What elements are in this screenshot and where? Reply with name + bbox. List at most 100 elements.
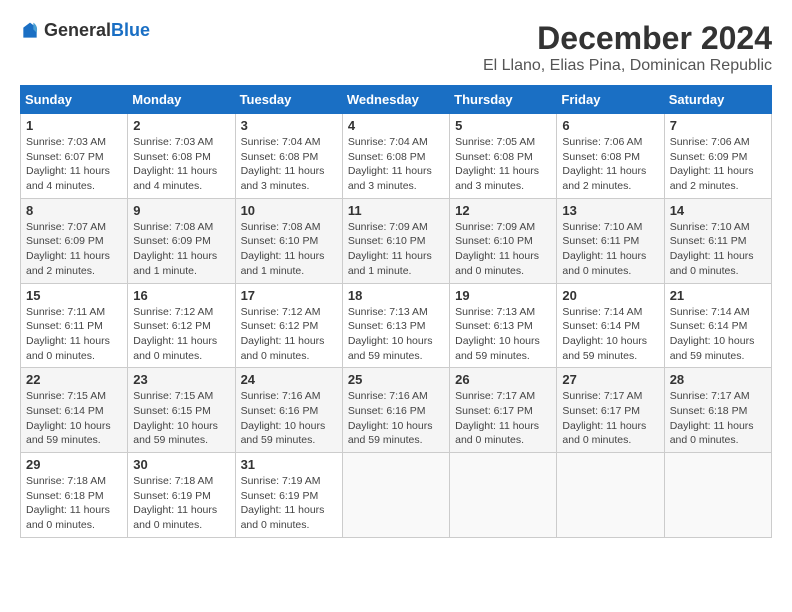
day-info: Sunrise: 7:05 AM Sunset: 6:08 PM Dayligh… — [455, 135, 551, 194]
table-row: 20 Sunrise: 7:14 AM Sunset: 6:14 PM Dayl… — [557, 283, 664, 368]
day-info: Sunrise: 7:10 AM Sunset: 6:11 PM Dayligh… — [670, 220, 766, 279]
logo-text-general: General — [44, 20, 111, 40]
day-number: 11 — [348, 203, 444, 218]
table-row: 4 Sunrise: 7:04 AM Sunset: 6:08 PM Dayli… — [342, 114, 449, 199]
day-number: 30 — [133, 457, 229, 472]
table-row: 27 Sunrise: 7:17 AM Sunset: 6:17 PM Dayl… — [557, 368, 664, 453]
table-row: 23 Sunrise: 7:15 AM Sunset: 6:15 PM Dayl… — [128, 368, 235, 453]
day-info: Sunrise: 7:09 AM Sunset: 6:10 PM Dayligh… — [455, 220, 551, 279]
day-number: 29 — [26, 457, 122, 472]
table-row: 1 Sunrise: 7:03 AM Sunset: 6:07 PM Dayli… — [21, 114, 128, 199]
day-number: 13 — [562, 203, 658, 218]
day-number: 21 — [670, 288, 766, 303]
table-row: 5 Sunrise: 7:05 AM Sunset: 6:08 PM Dayli… — [450, 114, 557, 199]
day-number: 16 — [133, 288, 229, 303]
day-info: Sunrise: 7:16 AM Sunset: 6:16 PM Dayligh… — [348, 389, 444, 448]
table-row: 28 Sunrise: 7:17 AM Sunset: 6:18 PM Dayl… — [664, 368, 771, 453]
day-number: 8 — [26, 203, 122, 218]
table-row — [342, 453, 449, 538]
day-info: Sunrise: 7:19 AM Sunset: 6:19 PM Dayligh… — [241, 474, 337, 533]
table-row: 29 Sunrise: 7:18 AM Sunset: 6:18 PM Dayl… — [21, 453, 128, 538]
day-number: 25 — [348, 372, 444, 387]
day-number: 26 — [455, 372, 551, 387]
month-title: December 2024 — [483, 20, 772, 57]
calendar-table: Sunday Monday Tuesday Wednesday Thursday… — [20, 85, 772, 538]
header-saturday: Saturday — [664, 86, 771, 114]
day-info: Sunrise: 7:06 AM Sunset: 6:09 PM Dayligh… — [670, 135, 766, 194]
table-row: 31 Sunrise: 7:19 AM Sunset: 6:19 PM Dayl… — [235, 453, 342, 538]
day-info: Sunrise: 7:17 AM Sunset: 6:17 PM Dayligh… — [562, 389, 658, 448]
table-row: 13 Sunrise: 7:10 AM Sunset: 6:11 PM Dayl… — [557, 198, 664, 283]
table-row — [450, 453, 557, 538]
day-number: 31 — [241, 457, 337, 472]
day-number: 12 — [455, 203, 551, 218]
day-number: 5 — [455, 118, 551, 133]
title-area: December 2024 El Llano, Elias Pina, Domi… — [483, 20, 772, 75]
day-number: 10 — [241, 203, 337, 218]
day-info: Sunrise: 7:04 AM Sunset: 6:08 PM Dayligh… — [348, 135, 444, 194]
day-info: Sunrise: 7:09 AM Sunset: 6:10 PM Dayligh… — [348, 220, 444, 279]
day-info: Sunrise: 7:08 AM Sunset: 6:09 PM Dayligh… — [133, 220, 229, 279]
day-info: Sunrise: 7:15 AM Sunset: 6:15 PM Dayligh… — [133, 389, 229, 448]
day-number: 22 — [26, 372, 122, 387]
table-row: 18 Sunrise: 7:13 AM Sunset: 6:13 PM Dayl… — [342, 283, 449, 368]
header-sunday: Sunday — [21, 86, 128, 114]
calendar-week-4: 22 Sunrise: 7:15 AM Sunset: 6:14 PM Dayl… — [21, 368, 772, 453]
day-number: 9 — [133, 203, 229, 218]
day-number: 17 — [241, 288, 337, 303]
day-info: Sunrise: 7:18 AM Sunset: 6:19 PM Dayligh… — [133, 474, 229, 533]
table-row: 2 Sunrise: 7:03 AM Sunset: 6:08 PM Dayli… — [128, 114, 235, 199]
day-number: 15 — [26, 288, 122, 303]
day-info: Sunrise: 7:10 AM Sunset: 6:11 PM Dayligh… — [562, 220, 658, 279]
table-row — [557, 453, 664, 538]
table-row: 16 Sunrise: 7:12 AM Sunset: 6:12 PM Dayl… — [128, 283, 235, 368]
day-number: 2 — [133, 118, 229, 133]
day-info: Sunrise: 7:17 AM Sunset: 6:18 PM Dayligh… — [670, 389, 766, 448]
table-row: 17 Sunrise: 7:12 AM Sunset: 6:12 PM Dayl… — [235, 283, 342, 368]
day-number: 19 — [455, 288, 551, 303]
day-number: 14 — [670, 203, 766, 218]
day-number: 6 — [562, 118, 658, 133]
calendar-week-5: 29 Sunrise: 7:18 AM Sunset: 6:18 PM Dayl… — [21, 453, 772, 538]
day-info: Sunrise: 7:16 AM Sunset: 6:16 PM Dayligh… — [241, 389, 337, 448]
day-number: 3 — [241, 118, 337, 133]
table-row: 7 Sunrise: 7:06 AM Sunset: 6:09 PM Dayli… — [664, 114, 771, 199]
day-number: 23 — [133, 372, 229, 387]
day-info: Sunrise: 7:14 AM Sunset: 6:14 PM Dayligh… — [670, 305, 766, 364]
header-thursday: Thursday — [450, 86, 557, 114]
day-info: Sunrise: 7:03 AM Sunset: 6:07 PM Dayligh… — [26, 135, 122, 194]
day-info: Sunrise: 7:08 AM Sunset: 6:10 PM Dayligh… — [241, 220, 337, 279]
day-number: 28 — [670, 372, 766, 387]
calendar-week-1: 1 Sunrise: 7:03 AM Sunset: 6:07 PM Dayli… — [21, 114, 772, 199]
day-info: Sunrise: 7:13 AM Sunset: 6:13 PM Dayligh… — [348, 305, 444, 364]
day-number: 18 — [348, 288, 444, 303]
day-number: 4 — [348, 118, 444, 133]
table-row: 12 Sunrise: 7:09 AM Sunset: 6:10 PM Dayl… — [450, 198, 557, 283]
table-row: 24 Sunrise: 7:16 AM Sunset: 6:16 PM Dayl… — [235, 368, 342, 453]
day-info: Sunrise: 7:12 AM Sunset: 6:12 PM Dayligh… — [241, 305, 337, 364]
calendar-week-2: 8 Sunrise: 7:07 AM Sunset: 6:09 PM Dayli… — [21, 198, 772, 283]
table-row — [664, 453, 771, 538]
table-row: 21 Sunrise: 7:14 AM Sunset: 6:14 PM Dayl… — [664, 283, 771, 368]
day-info: Sunrise: 7:03 AM Sunset: 6:08 PM Dayligh… — [133, 135, 229, 194]
calendar-header-row: Sunday Monday Tuesday Wednesday Thursday… — [21, 86, 772, 114]
table-row: 25 Sunrise: 7:16 AM Sunset: 6:16 PM Dayl… — [342, 368, 449, 453]
table-row: 26 Sunrise: 7:17 AM Sunset: 6:17 PM Dayl… — [450, 368, 557, 453]
day-info: Sunrise: 7:18 AM Sunset: 6:18 PM Dayligh… — [26, 474, 122, 533]
day-info: Sunrise: 7:13 AM Sunset: 6:13 PM Dayligh… — [455, 305, 551, 364]
table-row: 15 Sunrise: 7:11 AM Sunset: 6:11 PM Dayl… — [21, 283, 128, 368]
table-row: 6 Sunrise: 7:06 AM Sunset: 6:08 PM Dayli… — [557, 114, 664, 199]
day-number: 27 — [562, 372, 658, 387]
day-info: Sunrise: 7:04 AM Sunset: 6:08 PM Dayligh… — [241, 135, 337, 194]
table-row: 11 Sunrise: 7:09 AM Sunset: 6:10 PM Dayl… — [342, 198, 449, 283]
day-info: Sunrise: 7:06 AM Sunset: 6:08 PM Dayligh… — [562, 135, 658, 194]
header-wednesday: Wednesday — [342, 86, 449, 114]
page-header: GeneralBlue December 2024 El Llano, Elia… — [20, 20, 772, 75]
day-info: Sunrise: 7:17 AM Sunset: 6:17 PM Dayligh… — [455, 389, 551, 448]
day-number: 7 — [670, 118, 766, 133]
day-info: Sunrise: 7:12 AM Sunset: 6:12 PM Dayligh… — [133, 305, 229, 364]
table-row: 14 Sunrise: 7:10 AM Sunset: 6:11 PM Dayl… — [664, 198, 771, 283]
calendar-week-3: 15 Sunrise: 7:11 AM Sunset: 6:11 PM Dayl… — [21, 283, 772, 368]
logo-text-blue: Blue — [111, 20, 150, 40]
day-number: 24 — [241, 372, 337, 387]
